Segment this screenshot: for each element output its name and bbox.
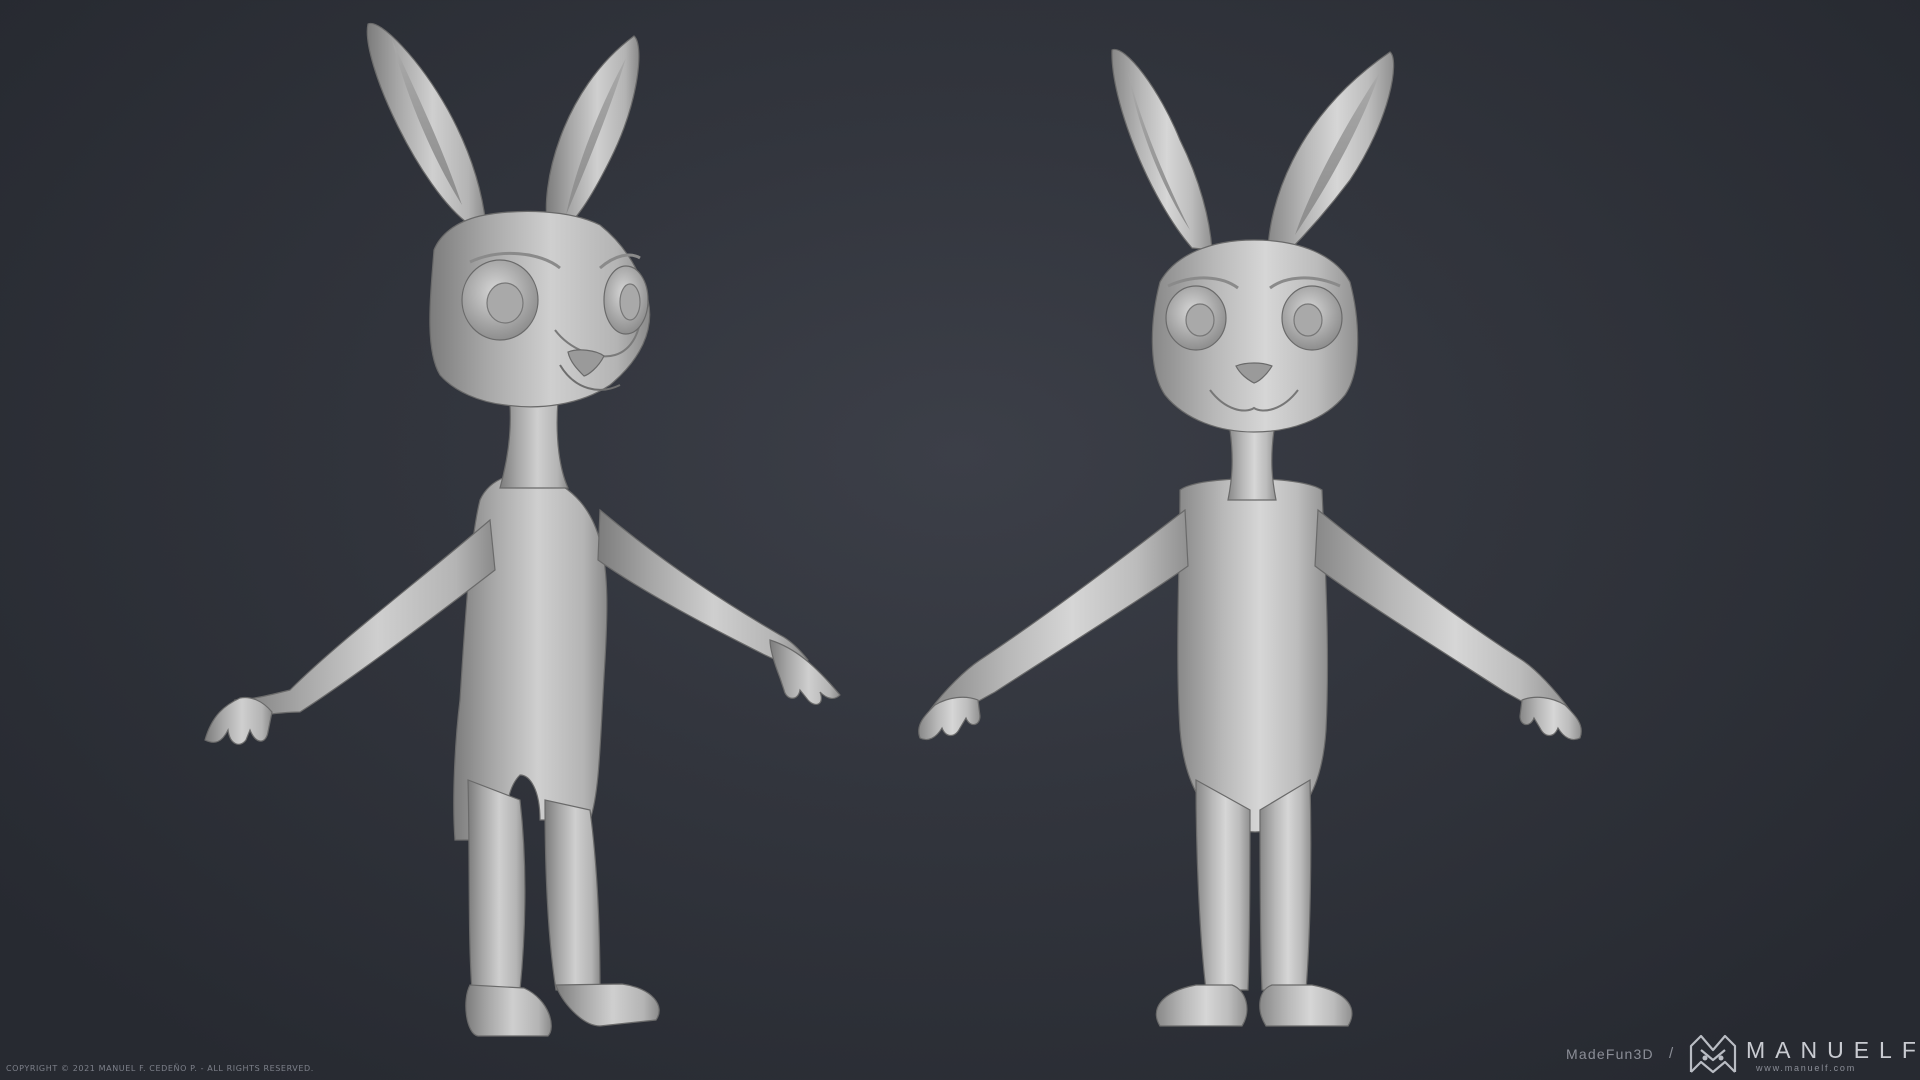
sculpt-render <box>204 22 1582 1037</box>
brand-name: MANUELF <box>1746 1037 1920 1063</box>
brand-website: www.manuelf.com <box>1756 1063 1857 1073</box>
rabbit-front-view <box>918 48 1582 1027</box>
copyright-notice: COPYRIGHT © 2021 MANUEL F. CEDEÑO P. - A… <box>6 1064 314 1073</box>
manuelf-logo-icon <box>1689 1034 1737 1074</box>
brand-watermark: MadeFun3D / MANUELF www.manuelf.com <box>1566 1032 1916 1076</box>
madefun-label: MadeFun3D <box>1566 1046 1654 1062</box>
brand-separator: / <box>1669 1045 1674 1062</box>
rabbit-three-quarter-view <box>204 22 841 1037</box>
